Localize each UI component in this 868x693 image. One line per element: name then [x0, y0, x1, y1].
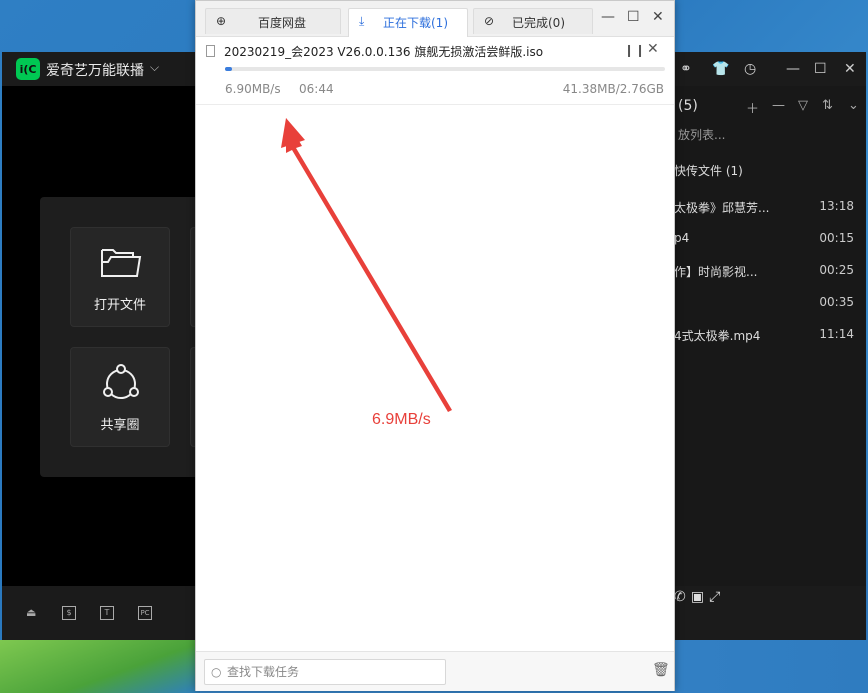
download-item[interactable]: 20230219_会2023 V26.0.0.136 旗舰无损激活尝鲜版.iso…	[196, 37, 674, 105]
playlist-item[interactable]: 00:35	[674, 286, 866, 318]
player-logo: i(C	[16, 58, 40, 80]
history-clock-icon[interactable]: ◷	[744, 61, 756, 77]
collapse-icon[interactable]: ⌄	[848, 98, 859, 113]
share-icon	[103, 364, 139, 399]
minimize-icon[interactable]: —	[786, 61, 800, 77]
chevron-down-icon[interactable]: ⌵	[150, 60, 159, 75]
progress-bar	[225, 67, 665, 71]
close-icon[interactable]: ✕	[652, 9, 664, 25]
playlist-item[interactable]: 4式太极拳.mp4 11:14	[674, 318, 866, 350]
pause-icon[interactable]: ❙❙	[624, 43, 646, 57]
pc-cast-icon[interactable]: PC	[138, 606, 152, 620]
fullscreen-icon[interactable]: ⤢	[709, 589, 720, 605]
player-control-bar-right: ✆ ▣ ⤢	[674, 586, 866, 640]
playlist-panel: (5) ＋ — ▽ ⇅ ⌄ 放列表... 快传文件 (1) 太极拳》邱慧芳...…	[674, 86, 866, 586]
player-control-bar: ⏏ $ T PC	[2, 586, 196, 640]
download-speed: 6.90MB/s	[225, 82, 281, 96]
maximize-icon[interactable]: ☐	[627, 9, 640, 25]
playlist-search[interactable]: 放列表...	[678, 126, 725, 143]
link-settings-icon[interactable]: ⚭	[680, 61, 692, 77]
download-size: 41.38MB/2.76GB	[562, 82, 664, 96]
toolbox-icon[interactable]: ▣	[691, 589, 704, 605]
skin-shirt-icon[interactable]: 👕	[712, 61, 729, 77]
tab-baidu-netdisk[interactable]: ⊕ 百度网盘	[205, 8, 341, 34]
share-circle-tile[interactable]: 共享圈	[70, 347, 170, 447]
screenshot-icon[interactable]: $	[62, 606, 76, 620]
check-circle-icon: ⊘	[484, 14, 495, 28]
search-box: ○	[204, 659, 446, 685]
file-icon	[206, 45, 215, 57]
footer-bar: ○ 🗑	[196, 651, 674, 691]
playlist-count: (5)	[678, 98, 698, 114]
close-icon[interactable]: ✕	[844, 61, 856, 77]
open-file-tile[interactable]: 打开文件	[70, 227, 170, 327]
desktop-wallpaper	[0, 640, 200, 693]
sort-icon[interactable]: ⇅	[822, 98, 833, 113]
open-file-label: 打开文件	[93, 298, 146, 313]
search-input[interactable]	[227, 663, 437, 681]
player-toolbar: ⚭ 👕 ◷ — ☐ ✕	[674, 52, 866, 86]
share-circle-label: 共享圈	[100, 418, 140, 433]
tab-downloading[interactable]: ⤓ 正在下载(1)	[348, 8, 468, 37]
progress-fill	[225, 67, 232, 71]
playlist-item[interactable]: p4 00:15	[674, 222, 866, 254]
playlist-item[interactable]: 作】时尚影视... 00:25	[674, 254, 866, 286]
maximize-icon[interactable]: ☐	[814, 61, 827, 77]
trash-icon[interactable]: 🗑	[652, 662, 670, 678]
tab-completed[interactable]: ⊘ 已完成(0)	[473, 8, 593, 34]
filter-icon[interactable]: ▽	[798, 98, 808, 113]
folder-icon	[101, 249, 142, 277]
annotation-label: 6.9MB/s	[372, 411, 431, 428]
add-icon[interactable]: ＋	[746, 98, 759, 117]
search-icon: ○	[211, 665, 222, 679]
player-title[interactable]: 爱奇艺万能联播	[46, 60, 144, 80]
phone-icon[interactable]: ✆	[674, 589, 686, 605]
remove-icon[interactable]: —	[772, 98, 785, 113]
tab-bar: ⊕ 百度网盘 ⤓ 正在下载(1) ⊘ 已完成(0) — ☐ ✕	[196, 1, 674, 37]
globe-icon: ⊕	[216, 14, 227, 28]
download-manager-window: ⊕ 百度网盘 ⤓ 正在下载(1) ⊘ 已完成(0) — ☐ ✕ 20230219…	[195, 0, 675, 691]
playlist-folder[interactable]: 快传文件 (1)	[674, 162, 743, 179]
download-icon: ⤓	[359, 14, 365, 28]
eject-icon[interactable]: ⏏	[26, 606, 40, 620]
home-panel: 打开文件 共享圈	[40, 197, 200, 477]
remaining-time: 06:44	[299, 82, 334, 96]
tv-cast-icon[interactable]: T	[100, 606, 114, 620]
playlist-item[interactable]: 太极拳》邱慧芳... 13:18	[674, 190, 866, 222]
cancel-download-icon[interactable]: ✕	[647, 41, 659, 57]
minimize-icon[interactable]: —	[601, 9, 615, 25]
file-name: 20230219_会2023 V26.0.0.136 旗舰无损激活尝鲜版.iso	[224, 45, 544, 59]
